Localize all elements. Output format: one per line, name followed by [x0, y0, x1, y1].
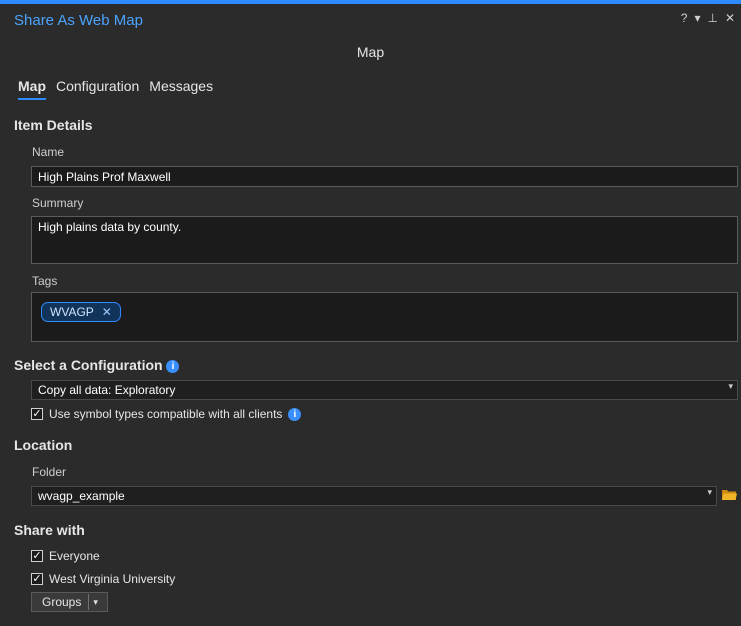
item-details-heading: Item Details	[14, 117, 93, 133]
configuration-heading-text: Select a Configuration	[14, 357, 163, 373]
summary-label: Summary	[32, 196, 84, 210]
pin-icon[interactable]: ⊥	[707, 11, 717, 25]
tag-label: WVAGP	[50, 305, 94, 319]
tab-configuration[interactable]: Configuration	[56, 78, 139, 100]
window-title: Share As Web Map	[14, 12, 143, 29]
groups-dropdown-button[interactable]: Groups ▾	[31, 592, 108, 612]
summary-field[interactable]: High plains data by county.	[31, 216, 738, 264]
menu-dropdown-icon[interactable]: ▾	[694, 11, 700, 25]
organization-checkbox[interactable]: ✓	[31, 573, 43, 585]
pane-subtitle: Map	[356, 44, 385, 60]
everyone-label: Everyone	[49, 549, 100, 563]
window-controls: ? ▾ ⊥ ✕	[681, 11, 735, 25]
organization-label: West Virginia University	[49, 572, 176, 586]
folder-icon[interactable]	[722, 489, 737, 501]
folder-label: Folder	[32, 465, 67, 479]
location-heading: Location	[14, 437, 73, 453]
tags-label: Tags	[32, 274, 58, 288]
configuration-selected-value: Copy all data: Exploratory	[38, 383, 176, 397]
info-icon[interactable]: i	[166, 359, 180, 373]
tags-field[interactable]: WVAGP ✕	[31, 292, 738, 342]
symbol-types-checkbox[interactable]: ✓	[31, 408, 43, 420]
symbol-types-label: Use symbol types compatible with all cli…	[49, 407, 283, 421]
share-organization-option[interactable]: ✓ West Virginia University	[31, 572, 175, 586]
title-bar: Share As Web Map ? ▾ ⊥ ✕	[0, 4, 741, 34]
chevron-down-icon: ▾	[707, 487, 712, 497]
chevron-down-icon[interactable]: ▾	[89, 597, 98, 608]
help-icon[interactable]: ?	[681, 11, 688, 25]
chevron-down-icon: ▾	[728, 381, 733, 391]
tab-bar: Map Configuration Messages	[18, 78, 213, 100]
symbol-info-icon[interactable]: i	[288, 407, 302, 421]
share-everyone-option[interactable]: ✓ Everyone	[31, 549, 100, 563]
groups-label: Groups	[42, 595, 82, 609]
everyone-checkbox[interactable]: ✓	[31, 550, 43, 562]
configuration-heading: Select a Configuration i	[14, 357, 180, 373]
summary-value: High plains data by county.	[38, 220, 182, 234]
symbol-types-option[interactable]: ✓ Use symbol types compatible with all c…	[31, 407, 302, 421]
folder-value: wvagp_example	[38, 489, 125, 503]
name-label: Name	[32, 145, 65, 159]
tab-messages[interactable]: Messages	[149, 78, 213, 100]
share-with-heading: Share with	[14, 522, 85, 538]
folder-select[interactable]: wvagp_example ▾	[31, 486, 717, 506]
remove-tag-icon[interactable]: ✕	[102, 305, 112, 319]
tab-map[interactable]: Map	[18, 78, 46, 100]
configuration-select[interactable]: Copy all data: Exploratory ▾	[31, 380, 738, 400]
close-icon[interactable]: ✕	[725, 11, 735, 25]
tag-chip: WVAGP ✕	[41, 302, 121, 322]
name-field[interactable]: High Plains Prof Maxwell	[31, 166, 738, 187]
name-value: High Plains Prof Maxwell	[38, 170, 171, 184]
